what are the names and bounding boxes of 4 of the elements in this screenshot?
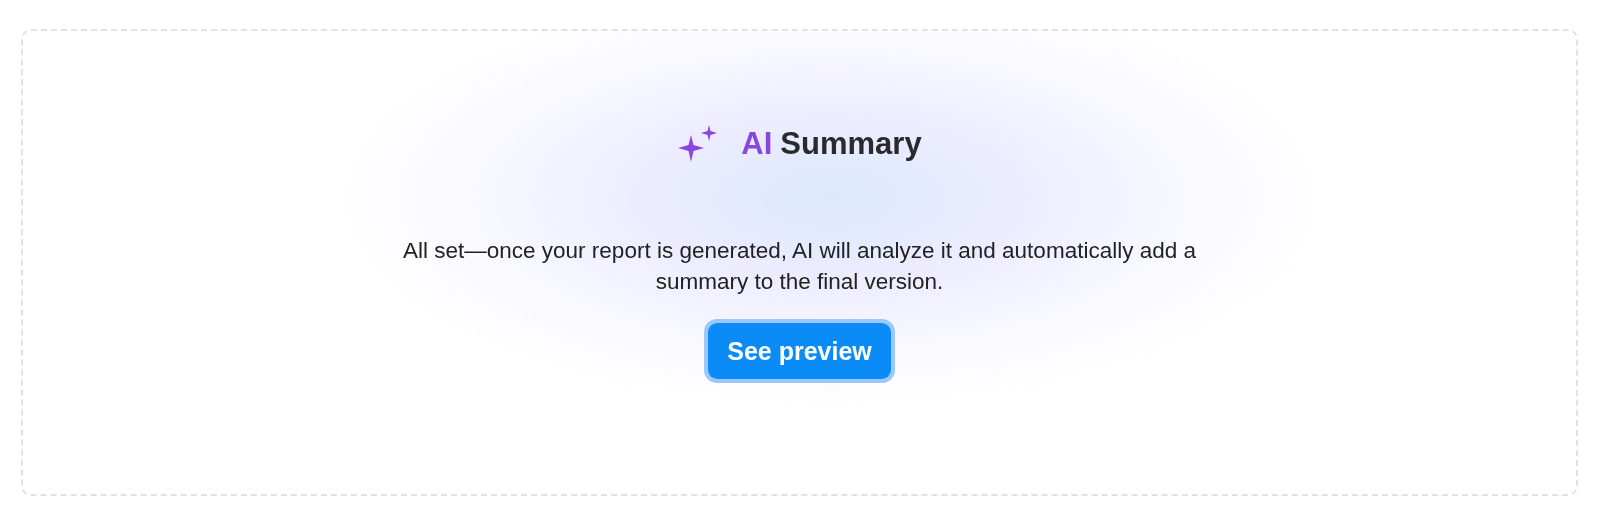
preview-button[interactable]: See preview xyxy=(708,323,891,379)
title-accent: AI xyxy=(741,126,773,162)
message-text: All set—once your report is generated, AI will analyze it and automatically add a summary to the final version. xyxy=(402,237,1197,296)
title-text: Summary xyxy=(780,126,922,162)
